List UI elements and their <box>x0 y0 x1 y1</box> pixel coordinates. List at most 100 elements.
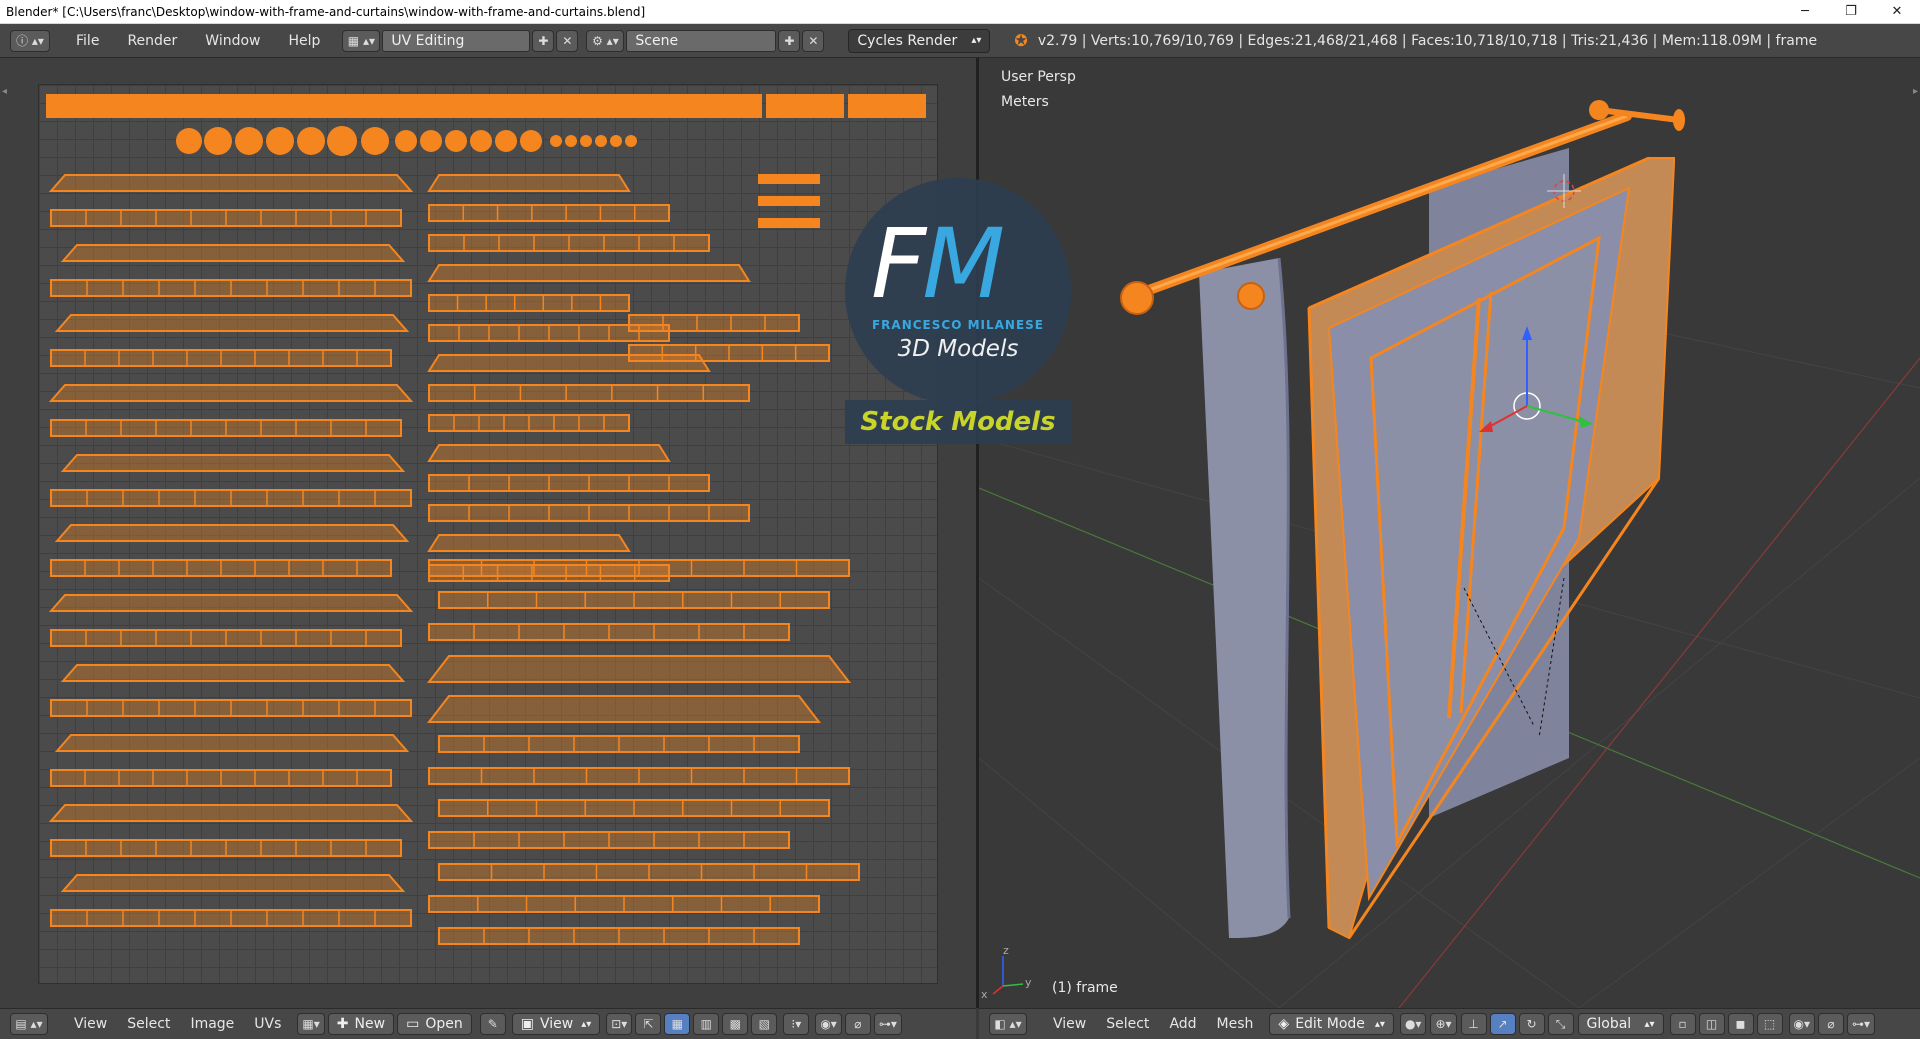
uv-island[interactable] <box>48 174 414 192</box>
close-icon[interactable]: ✕ <box>1874 0 1920 24</box>
uv-island[interactable] <box>60 874 406 892</box>
vertex-select-icon[interactable]: ▦ <box>664 1013 691 1035</box>
uv-island[interactable] <box>54 734 410 752</box>
uv-island[interactable] <box>297 127 325 155</box>
uv-island[interactable] <box>204 127 232 155</box>
uv-island[interactable] <box>758 174 820 184</box>
proportional-edit-icon[interactable]: ◉▾ <box>1788 1013 1816 1035</box>
uv-island[interactable] <box>266 127 294 155</box>
uv-menu-view[interactable]: View <box>64 1016 117 1032</box>
3d-viewport[interactable]: User Persp Meters z y x (1) frame ▸ <box>979 58 1920 1008</box>
uv-island[interactable] <box>610 135 622 147</box>
uv-island[interactable] <box>235 127 263 155</box>
uv-island[interactable] <box>445 130 467 152</box>
editor-type-image-icon[interactable]: ▤ ▴▾ <box>10 1013 48 1035</box>
uv-menu-image[interactable]: Image <box>180 1016 244 1032</box>
new-image-button[interactable]: ✚ New <box>327 1013 395 1035</box>
uv-island[interactable] <box>327 126 357 156</box>
uv-island[interactable] <box>758 218 820 228</box>
uv-menu-select[interactable]: Select <box>117 1016 180 1032</box>
uv-island[interactable] <box>426 655 852 683</box>
uv-island[interactable] <box>427 534 631 552</box>
uv-island[interactable] <box>628 314 800 332</box>
face-select-mode-icon[interactable]: ◼ <box>1727 1013 1754 1035</box>
menu-file[interactable]: File <box>62 33 113 49</box>
remove-scene-icon[interactable]: ✕ <box>802 29 825 52</box>
screen-layout-field[interactable]: UV Editing <box>382 29 531 52</box>
orientation-dropdown[interactable]: Global ▴▾ <box>1577 1013 1664 1035</box>
open-image-button[interactable]: ▭ Open <box>397 1013 472 1035</box>
3d-menu-add[interactable]: Add <box>1159 1016 1206 1032</box>
uv-island[interactable] <box>520 130 542 152</box>
uv-island[interactable] <box>60 664 406 682</box>
vertex-select-mode-icon[interactable]: ▫ <box>1669 1013 1696 1035</box>
uv-island[interactable] <box>625 135 637 147</box>
minimize-icon[interactable]: ─ <box>1782 0 1828 24</box>
uv-menu-uvs[interactable]: UVs <box>244 1016 291 1032</box>
uv-image-editor[interactable]: ◂ <box>0 58 976 1008</box>
pin-icon[interactable]: ✎ <box>479 1013 506 1035</box>
scene-field[interactable]: Scene <box>626 29 777 52</box>
uv-island[interactable] <box>46 94 762 118</box>
maximize-icon[interactable]: ❐ <box>1828 0 1874 24</box>
uv-island[interactable] <box>428 384 750 402</box>
editor-type-info-icon[interactable]: ⓘ ▴▾ <box>10 29 50 52</box>
sync-selection-icon[interactable]: ⇱ <box>635 1013 662 1035</box>
screen-layout-icon[interactable]: ▦ ▴▾ <box>342 29 381 52</box>
3d-menu-mesh[interactable]: Mesh <box>1207 1016 1264 1032</box>
region-expand-icon[interactable]: ◂ <box>2 86 7 97</box>
uv-island[interactable] <box>426 695 822 723</box>
proportional-edit-icon[interactable]: ◉▾ <box>815 1013 842 1035</box>
view-mode-dropdown[interactable]: ▣ View ▴▾ <box>511 1013 601 1035</box>
uv-island[interactable] <box>427 264 751 282</box>
menu-window[interactable]: Window <box>191 33 274 49</box>
uv-island[interactable] <box>420 130 442 152</box>
viewport-shading-icon[interactable]: ●▾ <box>1399 1013 1427 1035</box>
uv-island[interactable] <box>395 130 417 152</box>
face-select-icon[interactable]: ▩ <box>722 1013 749 1035</box>
snap-icon[interactable]: ⌀ <box>1818 1013 1845 1035</box>
uv-island[interactable] <box>495 130 517 152</box>
uv-island[interactable] <box>470 130 492 152</box>
snap-element-icon[interactable]: ⊶▾ <box>1847 1013 1876 1035</box>
add-scene-icon[interactable]: ✚ <box>778 29 801 52</box>
pivot-icon[interactable]: ⊡▾ <box>606 1013 633 1035</box>
uv-island[interactable] <box>758 196 820 206</box>
add-screen-icon[interactable]: ✚ <box>532 29 555 52</box>
uv-island[interactable] <box>766 94 844 118</box>
uv-islands[interactable] <box>39 85 939 985</box>
snap-element-icon[interactable]: ⊶▾ <box>873 1013 902 1035</box>
mode-dropdown[interactable]: ◈ Edit Mode ▴▾ <box>1269 1013 1394 1035</box>
remove-screen-icon[interactable]: ✕ <box>556 29 579 52</box>
island-select-icon[interactable]: ▧ <box>751 1013 778 1035</box>
menu-help[interactable]: Help <box>274 33 334 49</box>
image-browse-icon[interactable]: ▦▾ <box>297 1013 325 1035</box>
limit-selection-icon[interactable]: ⬚ <box>1756 1013 1783 1035</box>
uv-island[interactable] <box>428 204 670 222</box>
uv-island[interactable] <box>48 594 414 612</box>
scale-manipulator-icon[interactable]: ⤡ <box>1547 1013 1574 1035</box>
uv-grid[interactable] <box>38 84 938 984</box>
uv-island[interactable] <box>48 384 414 402</box>
snap-icon[interactable]: ⌀ <box>844 1013 871 1035</box>
uv-island[interactable] <box>427 444 671 462</box>
uv-island[interactable] <box>565 135 577 147</box>
edge-select-mode-icon[interactable]: ◫ <box>1698 1013 1725 1035</box>
viewport-scene[interactable] <box>979 58 1920 1008</box>
pivot-point-icon[interactable]: ⊕▾ <box>1430 1013 1457 1035</box>
menu-render[interactable]: Render <box>113 33 191 49</box>
rotate-manipulator-icon[interactable]: ↻ <box>1518 1013 1545 1035</box>
uv-island[interactable] <box>60 244 406 262</box>
uv-island[interactable] <box>48 804 414 822</box>
manipulator-toggle-icon[interactable]: ⊥ <box>1460 1013 1487 1035</box>
render-engine-dropdown[interactable]: Cycles Render ▴▾ <box>848 28 991 53</box>
uv-island[interactable] <box>54 314 410 332</box>
uv-island[interactable] <box>848 94 926 118</box>
scene-icon[interactable]: ⚙ ▴▾ <box>586 29 625 52</box>
uv-island[interactable] <box>176 128 202 154</box>
uv-island[interactable] <box>428 474 710 492</box>
uv-island[interactable] <box>427 174 631 192</box>
uv-island[interactable] <box>550 135 562 147</box>
3d-menu-select[interactable]: Select <box>1096 1016 1159 1032</box>
region-expand-icon[interactable]: ▸ <box>1913 86 1918 97</box>
